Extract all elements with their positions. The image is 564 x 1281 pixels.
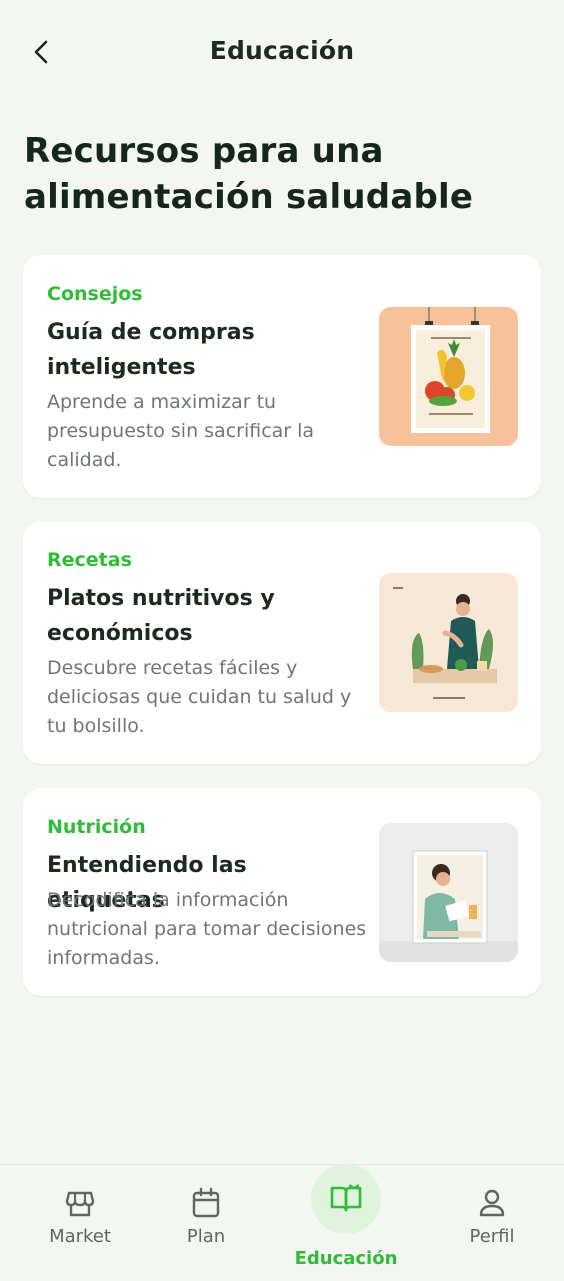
card-category: Recetas <box>47 549 132 571</box>
card-description: Aprende a maximizar tu presupuesto sin s… <box>47 391 315 471</box>
nav-label: Plan <box>186 1226 226 1247</box>
resource-card-nutricion[interactable]: Nutrición Entendiendo las etiquetas Deco… <box>23 788 541 996</box>
store-icon <box>65 1191 95 1217</box>
app-header: Educación <box>0 0 564 104</box>
card-title: Guía de compras inteligentes <box>47 320 255 380</box>
card-category: Nutrición <box>47 816 146 838</box>
book-open-icon <box>330 1184 362 1212</box>
nav-item-perfil[interactable]: Perfil <box>436 1165 548 1281</box>
nav-item-market[interactable]: Market <box>24 1165 136 1281</box>
nav-label: Perfil <box>469 1226 515 1247</box>
card-title: Platos nutritivos y económicos <box>47 586 275 646</box>
page-title: Recursos para una alimentación saludable <box>24 131 474 217</box>
woman-cooking-illustration <box>379 573 518 712</box>
calendar-icon <box>192 1187 220 1218</box>
nav-item-educacion[interactable]: Educación <box>276 1164 416 1281</box>
card-category: Consejos <box>47 283 143 305</box>
resource-card-recetas[interactable]: Recetas Platos nutritivos y económicos D… <box>23 521 541 764</box>
user-icon <box>479 1189 505 1217</box>
resource-card-consejos[interactable]: Consejos Guía de compras inteligentes Ap… <box>23 255 541 498</box>
grocery-poster-illustration <box>379 307 518 446</box>
woman-reading-label-illustration <box>379 823 518 962</box>
header-title: Educación <box>209 36 355 65</box>
nav-item-plan[interactable]: Plan <box>150 1165 262 1281</box>
card-description: Descubre recetas fáciles y deliciosas qu… <box>47 657 352 737</box>
nav-label: Market <box>49 1226 111 1247</box>
bottom-navigation: Market Plan Educación Perfil <box>0 1164 564 1281</box>
nav-label: Educación <box>294 1248 398 1269</box>
card-description: Decodifica la información nutricional pa… <box>47 889 367 969</box>
